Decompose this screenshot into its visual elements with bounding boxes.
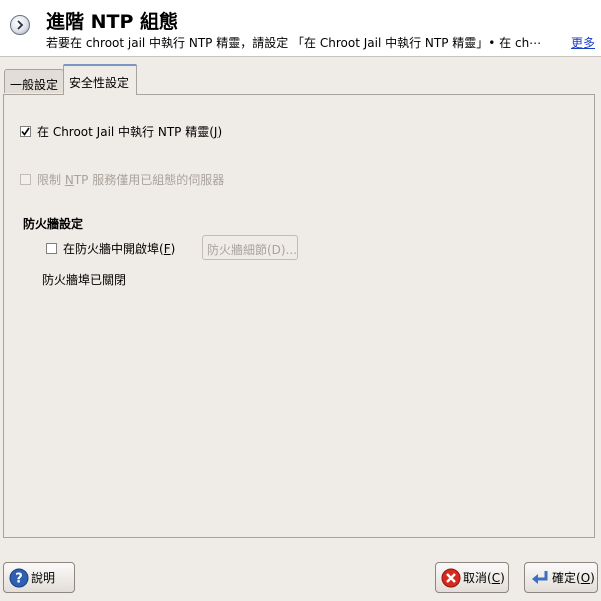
restrict-checkbox-row: 限制 NTP 服務僅用已組態的伺服器 [20, 171, 224, 188]
chroot-checkbox-row[interactable]: 在 Chroot Jail 中執行 NTP 精靈(J) [20, 123, 222, 140]
restrict-checkbox [20, 174, 31, 185]
cancel-button[interactable]: 取消(C) [435, 562, 509, 593]
help-icon: ? [9, 568, 29, 588]
open-port-label: 在防火牆中開啟埠(F) [63, 242, 176, 256]
header-banner: 進階 NTP 組態 若要在 chroot jail 中執行 NTP 精靈，請設定… [0, 0, 601, 56]
cancel-label: 取消(C) [463, 571, 505, 585]
checkmark-icon [21, 127, 30, 136]
arrow-circle-icon [10, 15, 30, 35]
page-title: 進階 NTP 組態 [46, 11, 179, 33]
enter-arrow-icon [530, 568, 550, 588]
more-link[interactable]: 更多 [568, 34, 595, 51]
cancel-icon [441, 568, 461, 588]
restrict-label: 限制 NTP 服務僅用已組態的伺服器 [37, 173, 225, 187]
page-description: 若要在 chroot jail 中執行 NTP 精靈，請設定 「在 Chroot… [46, 36, 542, 50]
help-button[interactable]: ? 說明 [3, 562, 75, 593]
help-label: 說明 [31, 571, 56, 585]
tab-security[interactable]: 安全性設定 [63, 64, 137, 95]
ok-label: 確定(O) [552, 571, 595, 585]
chroot-label: 在 Chroot Jail 中執行 NTP 精靈(J) [37, 125, 223, 139]
firewall-details-button: 防火牆細節(D)... [202, 235, 298, 260]
ok-button[interactable]: 確定(O) [524, 562, 598, 593]
header-divider [0, 56, 601, 57]
chroot-checkbox[interactable] [20, 126, 31, 137]
open-port-checkbox[interactable] [46, 243, 57, 254]
tab-general[interactable]: 一般設定 [4, 69, 64, 93]
security-panel: 在 Chroot Jail 中執行 NTP 精靈(J) 限制 NTP 服務僅用已… [3, 94, 595, 538]
open-port-checkbox-row[interactable]: 在防火牆中開啟埠(F) [46, 240, 175, 257]
svg-text:?: ? [15, 571, 23, 586]
firewall-section-title: 防火牆設定 [23, 217, 84, 231]
firewall-status: 防火牆埠已關閉 [42, 273, 127, 287]
